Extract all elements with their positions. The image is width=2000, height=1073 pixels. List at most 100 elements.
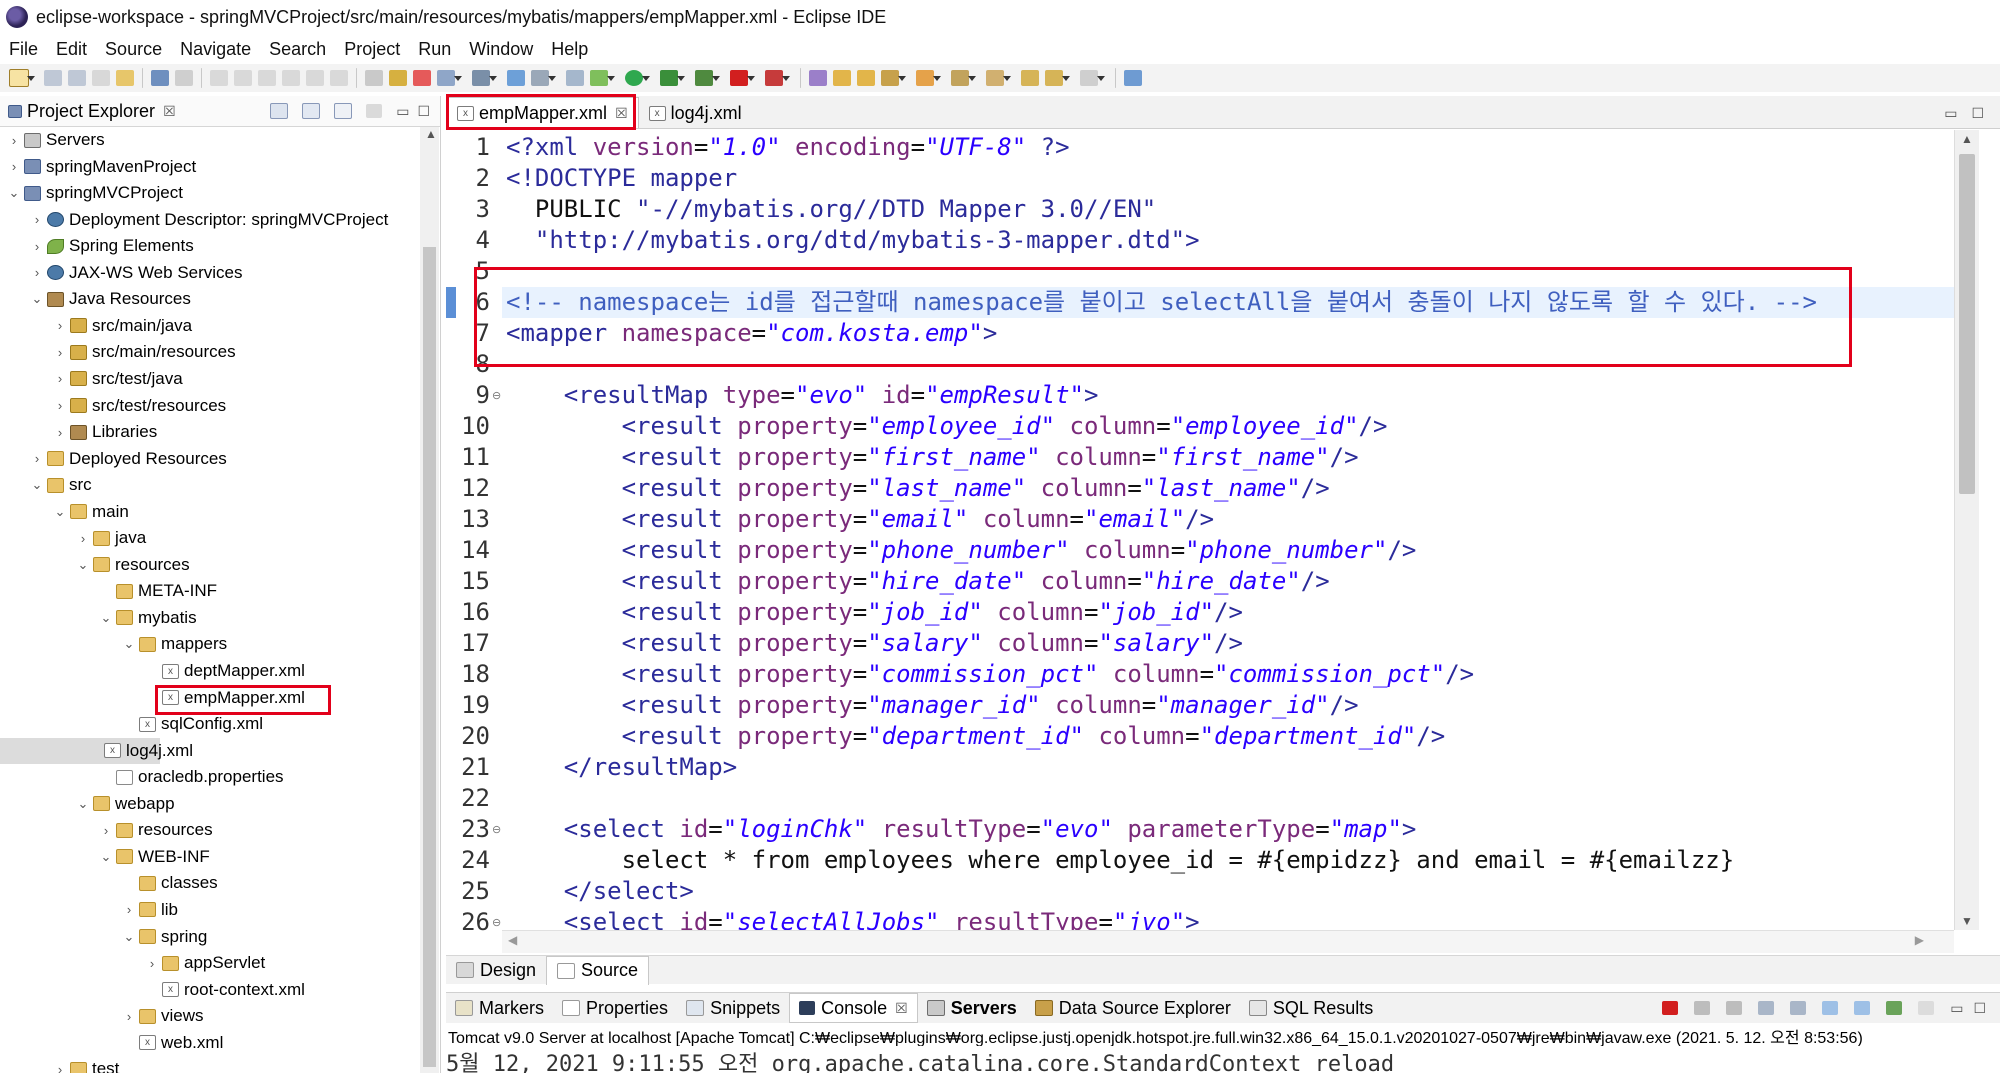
expand-chevron-icon[interactable]: ⌄ — [100, 610, 112, 626]
annotation-icon[interactable] — [951, 70, 976, 86]
console-output[interactable]: 5월 12, 2021 9:11:55 오전 org.apache.catali… — [446, 1046, 2000, 1073]
menu-run[interactable]: Run — [409, 39, 460, 60]
menu-source[interactable]: Source — [96, 39, 171, 60]
wizard-icon[interactable] — [365, 70, 383, 86]
tree-item[interactable]: › resources — [0, 817, 213, 843]
tree-item[interactable]: ⌄ main — [0, 499, 129, 525]
tree-item[interactable]: › JAX-WS Web Services — [0, 260, 243, 286]
open-resource-icon[interactable] — [857, 70, 875, 86]
task-icon[interactable] — [916, 70, 941, 86]
code-line[interactable]: <result property="job_id" column="job_id… — [506, 597, 1243, 628]
code-line[interactable]: <result property="employee_id" column="e… — [506, 411, 1388, 442]
collapse-chevron-icon[interactable]: › — [54, 345, 66, 360]
tree-item[interactable]: ⌄ springMVCProject — [0, 180, 183, 206]
sync-icon[interactable] — [809, 70, 827, 86]
code-line[interactable]: <select id="selectAllJobs" resultType="j… — [506, 907, 1200, 930]
expand-chevron-icon[interactable]: ⌄ — [77, 796, 89, 812]
expand-chevron-icon[interactable]: ⌄ — [31, 477, 43, 493]
skip-icon[interactable] — [210, 70, 228, 86]
minimize-icon[interactable]: ▭ — [1944, 105, 1957, 122]
tree-item[interactable]: x sqlConfig.xml — [0, 711, 263, 737]
tree-item[interactable]: › Servers — [0, 127, 105, 153]
expand-chevron-icon[interactable]: ⌄ — [77, 557, 89, 573]
expand-chevron-icon[interactable]: ⌄ — [100, 849, 112, 865]
tree-item[interactable]: x deptMapper.xml — [0, 658, 305, 684]
open-icon[interactable] — [116, 70, 134, 86]
scroll-right-icon[interactable]: ▶ — [1915, 933, 1924, 947]
stop-all-icon[interactable] — [765, 70, 790, 86]
code-line[interactable]: <resultMap type="evo" id="empResult"> — [506, 380, 1099, 411]
display-console-icon[interactable] — [1886, 1001, 1903, 1015]
menu-project[interactable]: Project — [335, 39, 409, 60]
code-line[interactable]: <result property="hire_date" column="hir… — [506, 566, 1330, 597]
terminal-icon[interactable] — [151, 70, 169, 86]
refresh-icon[interactable] — [389, 70, 407, 86]
tree-item[interactable]: x web.xml — [0, 1030, 223, 1056]
step-over-icon[interactable] — [330, 70, 348, 86]
show-on-output-icon[interactable] — [1822, 1001, 1839, 1015]
forward-icon[interactable] — [1080, 70, 1105, 86]
menu-search[interactable]: Search — [260, 39, 335, 60]
scroll-up-icon[interactable]: ▲ — [425, 127, 437, 141]
collapse-chevron-icon[interactable]: › — [54, 318, 66, 333]
suspend-icon[interactable] — [258, 70, 276, 86]
terminate-icon[interactable] — [1662, 1001, 1679, 1015]
collapse-chevron-icon[interactable]: › — [123, 902, 135, 917]
collapse-chevron-icon[interactable]: › — [31, 451, 43, 466]
menu-navigate[interactable]: Navigate — [171, 39, 260, 60]
code-line[interactable]: </select> — [506, 876, 694, 907]
tab-console[interactable]: Console ☒ — [789, 993, 918, 1023]
code-line[interactable]: </resultMap> — [506, 752, 737, 783]
remove-launch-icon[interactable] — [1694, 1001, 1711, 1015]
tree-item[interactable]: › springMavenProject — [0, 154, 196, 180]
maximize-icon[interactable]: ☐ — [417, 103, 430, 120]
fold-toggle-icon[interactable]: ⊖ — [492, 389, 501, 402]
tree-item[interactable]: › Libraries — [0, 419, 157, 445]
tree-item[interactable]: x log4j.xml — [0, 737, 193, 764]
tree-item[interactable]: oracledb.properties — [0, 764, 284, 790]
collapse-chevron-icon[interactable]: › — [100, 823, 112, 838]
debug-icon[interactable] — [566, 70, 584, 86]
tab-data-source-explorer[interactable]: Data Source Explorer — [1026, 998, 1240, 1019]
explorer-scrollbar[interactable]: ▲ — [420, 127, 439, 1073]
open-type-icon[interactable] — [833, 70, 851, 86]
next-annotation-icon[interactable] — [986, 70, 1011, 86]
debug-launch-icon[interactable] — [590, 70, 615, 86]
minimize-icon[interactable]: ▭ — [396, 103, 409, 120]
close-icon[interactable]: ☒ — [163, 103, 176, 120]
expand-chevron-icon[interactable]: ⌄ — [54, 504, 66, 520]
tree-item[interactable]: ⌄ src — [0, 472, 92, 498]
tab-log4j[interactable]: x log4j.xml — [639, 98, 752, 128]
code-line[interactable]: <mapper namespace="com.kosta.emp"> — [506, 318, 997, 349]
perspective-icon[interactable] — [1124, 70, 1142, 86]
tree-item[interactable]: › src/main/resources — [0, 339, 236, 365]
tree-item[interactable]: ⌄ mybatis — [0, 605, 197, 631]
settings-icon[interactable] — [472, 70, 497, 86]
maximize-icon[interactable]: ☐ — [1971, 105, 1984, 122]
new-server-icon[interactable] — [437, 70, 462, 86]
menu-edit[interactable]: Edit — [47, 39, 96, 60]
scroll-left-icon[interactable]: ◀ — [508, 933, 517, 947]
collapse-chevron-icon[interactable]: › — [8, 133, 20, 148]
collapse-chevron-icon[interactable]: › — [54, 371, 66, 386]
editor-vertical-scrollbar[interactable]: ▲ ▼ — [1954, 130, 1979, 930]
scroll-thumb[interactable] — [423, 247, 436, 1067]
collapse-chevron-icon[interactable]: › — [31, 265, 43, 280]
view-menu-icon[interactable] — [366, 104, 383, 118]
tree-item[interactable]: › Spring Elements — [0, 233, 194, 259]
tree-item[interactable]: ⌄ resources — [0, 552, 190, 578]
code-line[interactable]: <result property="last_name" column="las… — [506, 473, 1330, 504]
code-line[interactable]: <!DOCTYPE mapper — [506, 163, 737, 194]
code-line[interactable]: <result property="phone_number" column="… — [506, 535, 1417, 566]
open-console-icon[interactable] — [1918, 1001, 1935, 1015]
expand-chevron-icon[interactable]: ⌄ — [123, 636, 135, 652]
menu-help[interactable]: Help — [542, 39, 597, 60]
tab-source[interactable]: Source — [546, 955, 650, 985]
tab-properties[interactable]: Properties — [553, 998, 677, 1019]
code-line[interactable]: PUBLIC "-//mybatis.org//DTD Mapper 3.0//… — [506, 194, 1156, 225]
filter-icon[interactable] — [334, 103, 353, 119]
terminate-icon[interactable] — [282, 70, 300, 86]
tab-snippets[interactable]: Snippets — [677, 998, 789, 1019]
code-line[interactable]: <result property="first_name" column="fi… — [506, 442, 1359, 473]
code-line[interactable]: "http://mybatis.org/dtd/mybatis-3-mapper… — [506, 225, 1200, 256]
